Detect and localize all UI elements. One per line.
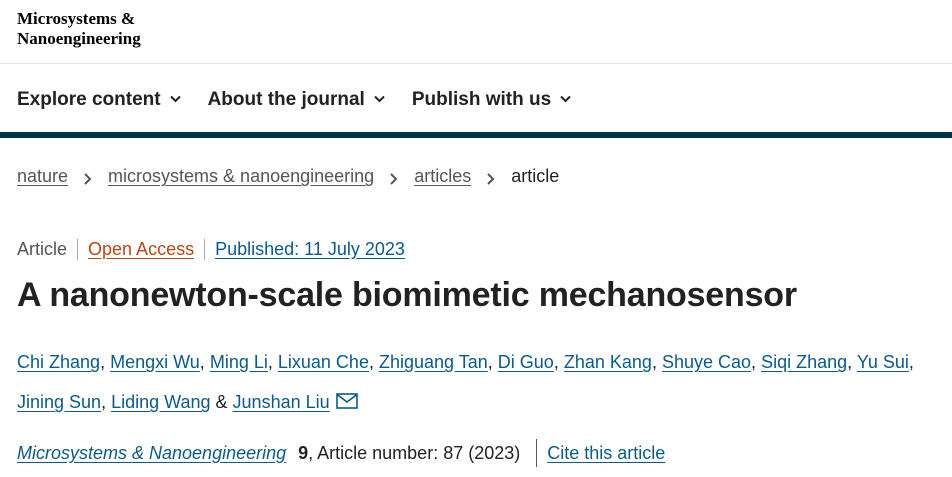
journal-link[interactable]: Microsystems & Nanoengineering [17,443,286,464]
nav-item-label: About the journal [207,89,365,110]
nav-explore-content[interactable]: Explore content [17,86,181,114]
breadcrumb-journal[interactable]: microsystems & nanoengineering [108,166,374,187]
breadcrumb-current: article [511,166,560,186]
cite-this-article-link[interactable]: Cite this article [547,443,665,464]
chevron-right-icon [389,170,399,185]
author-separator: , [553,352,559,372]
open-access-link[interactable]: Open Access [78,238,206,260]
chevron-down-icon [374,94,385,104]
chevron-right-icon [83,170,93,185]
chevron-down-icon [560,94,571,104]
logo-line-2: Nanoengineering [17,29,141,48]
author-separator: , [487,352,493,372]
author-separator: , [751,352,757,372]
author-link[interactable]: Shuye Cao [662,352,751,372]
author-link[interactable]: Siqi Zhang [761,352,847,372]
author-joiner: & [215,392,228,412]
author-separator: , [368,352,374,372]
breadcrumb-articles[interactable]: articles [414,166,471,187]
main-nav: Explore content About the journal Publis… [17,86,598,114]
chevron-down-icon [169,94,181,104]
citation-line: Microsystems & Nanoengineering 9 , Artic… [17,439,665,467]
mail-icon[interactable] [335,393,358,409]
author-separator: , [651,352,657,372]
breadcrumb: nature microsystems & nanoengineering ar… [17,166,559,187]
author-link[interactable]: Lixuan Che [278,352,369,372]
author-link[interactable]: Zhan Kang [564,352,652,372]
header-divider [0,63,952,64]
nav-about-the-journal[interactable]: About the journal [207,86,385,114]
author-link[interactable]: Zhiguang Tan [379,352,488,372]
author-separator: , [267,352,273,372]
author-link[interactable]: Mengxi Wu [110,352,200,372]
author-link[interactable]: Liding Wang [111,392,210,412]
logo-line-1: Microsystems & [17,9,136,28]
author-list: Chi Zhang, Mengxi Wu, Ming Li, Lixuan Ch… [17,342,947,422]
brand-bar [0,132,952,138]
author-link[interactable]: Junshan Liu [233,392,330,412]
article-type: Article [17,238,79,260]
nav-item-label: Explore content [17,89,161,110]
author-link[interactable]: Yu Sui [857,352,909,372]
article-title: A nanonewton-scale biomimetic mechanosen… [17,276,797,314]
author-separator: , [908,352,914,372]
published-date-link[interactable]: Published: 11 July 2023 [205,239,405,260]
breadcrumb-nature[interactable]: nature [17,166,68,187]
nav-publish-with-us[interactable]: Publish with us [411,86,571,114]
author-link[interactable]: Ming Li [210,352,268,372]
chevron-right-icon [486,170,496,185]
article-number: , Article number: 87 (2023) [308,442,521,463]
author-link[interactable]: Chi Zhang [17,352,100,372]
journal-logo[interactable]: Microsystems & Nanoengineering [17,9,141,49]
author-link[interactable]: Jining Sun [17,392,101,412]
author-link[interactable]: Di Guo [498,352,554,372]
author-separator: , [847,352,853,372]
author-separator: , [100,352,106,372]
article-meta: Article Open Access Published: 11 July 2… [17,236,405,262]
author-separator: , [199,352,205,372]
citation-divider [536,439,538,467]
volume-number: 9 [298,442,309,463]
author-separator: , [101,392,107,412]
nav-item-label: Publish with us [411,89,552,110]
